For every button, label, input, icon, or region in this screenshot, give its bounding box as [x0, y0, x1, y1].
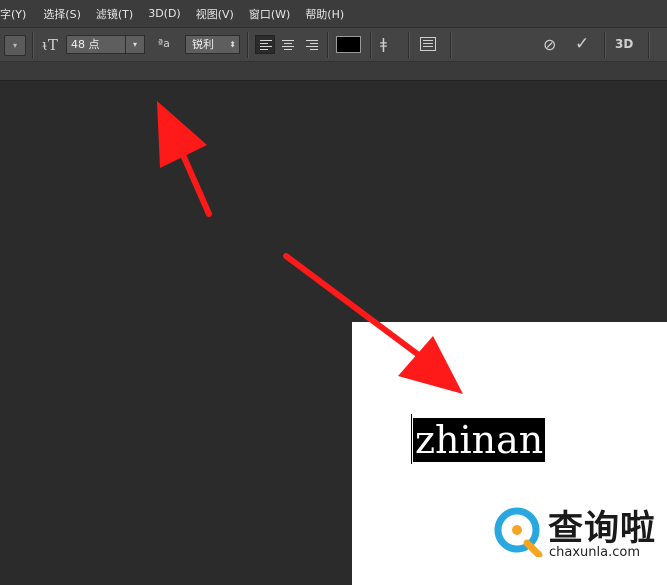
antialias-icon: ªa: [158, 37, 170, 50]
menu-help[interactable]: 帮助(H): [305, 6, 344, 22]
menu-3d[interactable]: 3D(D): [148, 7, 181, 20]
text-color-swatch[interactable]: [336, 36, 361, 53]
cancel-icon[interactable]: ⊘: [543, 35, 556, 54]
separator: [247, 32, 249, 58]
watermark-url: chaxunla.com: [549, 545, 640, 560]
separator: [327, 32, 329, 58]
document-tab-strip: [0, 62, 667, 81]
separator: [604, 32, 606, 58]
select-arrows-icon: ⬍: [229, 40, 236, 49]
font-size-field[interactable]: 48 点: [66, 35, 126, 54]
separator: [450, 32, 452, 58]
chaxunla-logo-icon: [494, 507, 543, 557]
align-right-icon[interactable]: [302, 35, 322, 54]
tool-preset-dropdown[interactable]: ▾: [4, 35, 26, 56]
separator: [370, 32, 372, 58]
menu-view[interactable]: 视图(V): [196, 6, 234, 22]
separator: [648, 32, 650, 58]
menu-type[interactable]: 字(Y): [0, 6, 26, 22]
menu-select[interactable]: 选择(S): [43, 6, 81, 22]
character-panel-icon[interactable]: [420, 37, 436, 51]
antialias-select[interactable]: 锐利 ⬍: [185, 35, 240, 54]
menu-bar: 字(Y) 选择(S) 滤镜(T) 3D(D) 视图(V) 窗口(W) 帮助(H): [0, 0, 667, 27]
align-left-icon[interactable]: [255, 35, 275, 54]
commit-icon[interactable]: ✓: [575, 34, 589, 54]
warp-text-icon[interactable]: ǂ: [380, 35, 387, 53]
watermark-name: 查询啦: [548, 509, 657, 549]
font-size-dropdown-button[interactable]: ▾: [125, 35, 145, 54]
separator: [408, 32, 410, 58]
text-orientation-icon[interactable]: ᵼT: [42, 36, 58, 54]
antialias-value: 锐利: [192, 38, 214, 51]
options-bar: ▾ ᵼT 48 点 ▾ ªa 锐利 ⬍ ǂ ⊘ ✓ 3D: [0, 27, 667, 62]
text-caret: [411, 414, 412, 464]
menu-filter[interactable]: 滤镜(T): [96, 6, 133, 22]
selected-text-layer[interactable]: zhinan: [413, 418, 546, 462]
3d-button[interactable]: 3D: [615, 37, 633, 51]
menu-window[interactable]: 窗口(W): [249, 6, 290, 22]
separator: [32, 32, 34, 58]
align-center-icon[interactable]: [278, 35, 298, 54]
